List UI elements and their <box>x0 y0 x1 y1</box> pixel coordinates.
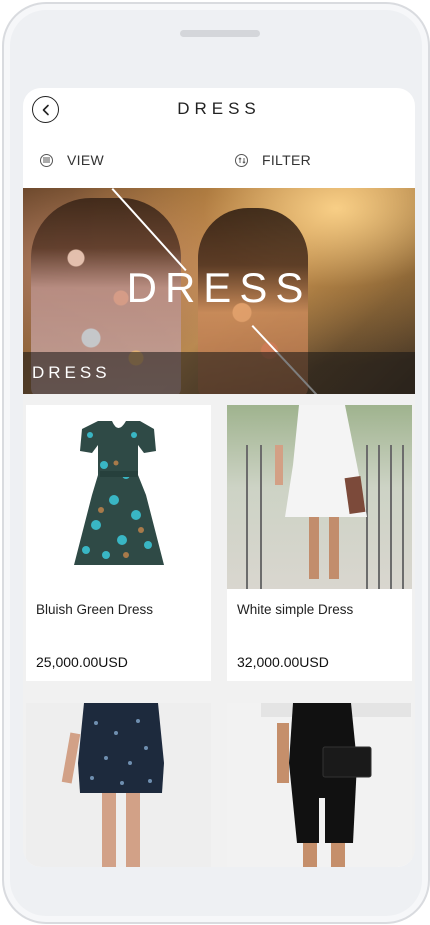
product-image <box>227 703 412 867</box>
product-card[interactable] <box>227 703 412 867</box>
sort-icon <box>235 153 248 167</box>
banner-title: DRESS <box>126 264 312 311</box>
product-price: 25,000.00USD <box>36 654 128 670</box>
product-card[interactable]: Bluish Green Dress 25,000.00USD <box>26 405 211 681</box>
product-image <box>227 405 412 589</box>
phone-frame: DRESS VIEW FILTER DRESS DRESS Bluish Gre… <box>2 2 430 924</box>
category-banner[interactable]: DRESS DRESS <box>23 188 415 394</box>
product-name: Bluish Green Dress <box>36 602 154 617</box>
product-image <box>26 703 211 867</box>
product-card[interactable]: White simple Dress 32,000.00USD <box>227 405 412 681</box>
speaker-slot <box>180 30 260 37</box>
view-button[interactable]: VIEW <box>40 152 104 168</box>
banner-caption-strip: DRESS <box>23 352 415 394</box>
filter-label: FILTER <box>262 152 311 168</box>
filter-button[interactable]: FILTER <box>235 152 311 168</box>
list-icon <box>40 153 53 167</box>
product-image <box>26 405 211 589</box>
app-screen: DRESS VIEW FILTER DRESS DRESS Bluish Gre… <box>23 88 415 867</box>
view-label: VIEW <box>67 152 104 168</box>
banner-caption: DRESS <box>32 363 111 382</box>
top-bar: DRESS VIEW FILTER <box>23 88 415 188</box>
product-card[interactable] <box>26 703 211 867</box>
product-name: White simple Dress <box>237 602 354 617</box>
product-price: 32,000.00USD <box>237 654 329 670</box>
page-title: DRESS <box>177 99 261 118</box>
